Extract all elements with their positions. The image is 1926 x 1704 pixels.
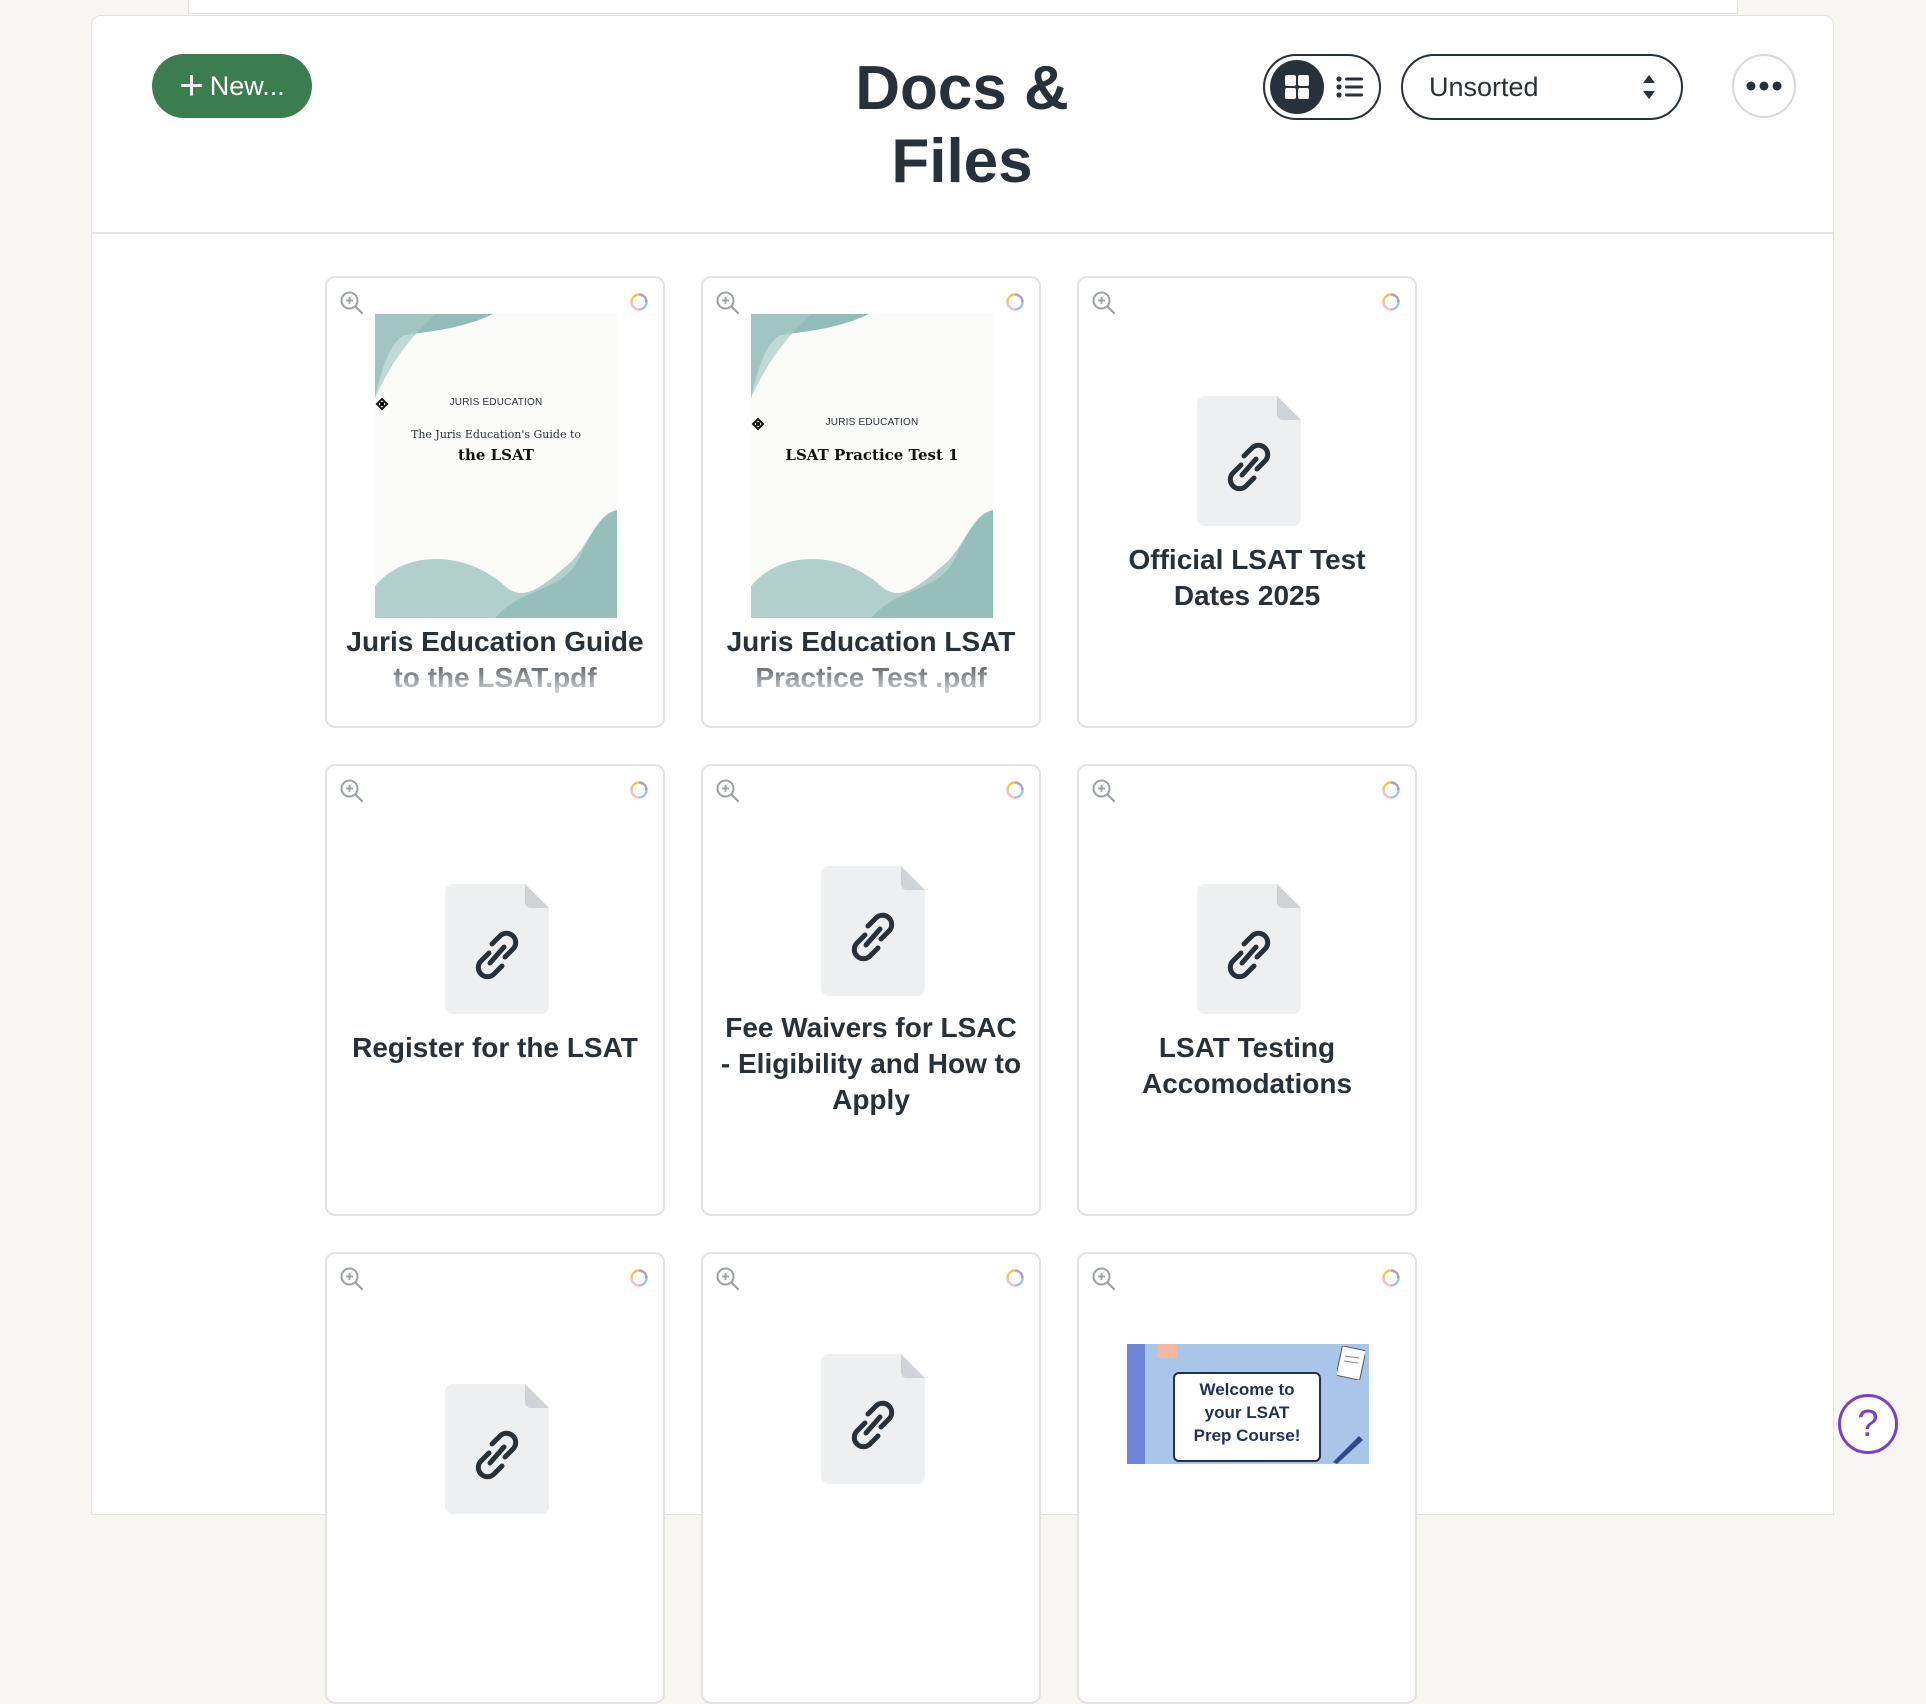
link-file-icon: [445, 1384, 549, 1514]
link-file-icon: [1197, 396, 1301, 526]
zoom-in-icon[interactable]: [339, 290, 365, 316]
link-file-icon: [821, 1354, 925, 1484]
zoom-in-icon[interactable]: [715, 290, 741, 316]
zoom-in-icon[interactable]: [339, 1266, 365, 1292]
pen-icon: [1333, 1436, 1363, 1464]
sort-select[interactable]: Unsorted: [1401, 54, 1683, 120]
doc-card[interactable]: Fee Waivers for LSAC - Eligibility and H…: [701, 764, 1041, 1216]
doc-card[interactable]: Welcome to your LSAT Prep Course!: [1077, 1252, 1417, 1704]
doc-card[interactable]: [701, 1252, 1041, 1704]
help-icon: ?: [1857, 1402, 1879, 1445]
doc-card[interactable]: [325, 1252, 665, 1704]
sync-ring-icon: [1006, 781, 1024, 799]
new-button-label: New...: [209, 70, 285, 101]
doc-title: Juris Education LSAT Practice Test .pdf: [726, 626, 1016, 693]
view-toggle: [1263, 54, 1381, 120]
doc-title: Fee Waivers for LSAC - Eligibility and H…: [720, 1012, 1022, 1115]
juris-logo-icon: [751, 417, 765, 431]
sync-ring-icon: [1382, 293, 1400, 311]
doc-card[interactable]: Register for the LSAT: [325, 764, 665, 1216]
doc-title: Juris Education Guide to the LSAT.pdf: [346, 626, 644, 693]
panel-header: + New... Docs & Files Unsorted: [92, 16, 1833, 234]
sort-arrows-icon: [1643, 75, 1655, 99]
doc-card[interactable]: JURIS EDUCATION The Juris Education's Gu…: [325, 276, 665, 728]
doc-title: Register for the LSAT: [352, 1032, 638, 1063]
paper-icon: [1337, 1346, 1365, 1380]
thumbnail-waves: [375, 314, 617, 618]
image-thumbnail: Welcome to your LSAT Prep Course!: [1127, 1344, 1369, 1464]
grid-view-button[interactable]: [1270, 60, 1324, 114]
sync-ring-icon: [1006, 1269, 1024, 1287]
pdf-thumbnail: JURIS EDUCATION The Juris Education's Gu…: [375, 314, 617, 618]
sync-ring-icon: [1006, 293, 1024, 311]
link-file-icon: [821, 866, 925, 996]
plus-icon: +: [179, 60, 204, 108]
juris-logo-icon: [375, 397, 389, 411]
doc-card[interactable]: Official LSAT Test Dates 2025: [1077, 276, 1417, 728]
more-options-button[interactable]: [1732, 54, 1796, 118]
sort-select-value: Unsorted: [1429, 71, 1539, 102]
list-view-button[interactable]: [1324, 60, 1376, 114]
zoom-in-icon[interactable]: [1091, 1266, 1117, 1292]
docs-grid: JURIS EDUCATION The Juris Education's Gu…: [325, 276, 1417, 1704]
zoom-in-icon[interactable]: [715, 778, 741, 804]
help-button[interactable]: ?: [1838, 1394, 1898, 1454]
page-title: Docs & Files: [855, 54, 1069, 197]
sync-ring-icon: [1382, 781, 1400, 799]
sync-ring-icon: [630, 1269, 648, 1287]
link-file-icon: [445, 884, 549, 1014]
zoom-in-icon[interactable]: [1091, 290, 1117, 316]
pdf-thumbnail: JURIS EDUCATION LSAT Practice Test 1: [751, 314, 993, 618]
doc-title: LSAT Testing Accomodations: [1141, 1032, 1353, 1099]
welcome-note: Welcome to your LSAT Prep Course!: [1173, 1372, 1321, 1462]
more-horizontal-icon: [1746, 81, 1782, 91]
zoom-in-icon[interactable]: [339, 778, 365, 804]
zoom-in-icon[interactable]: [1091, 778, 1117, 804]
list-view-icon: [1336, 76, 1363, 98]
doc-card[interactable]: LSAT Testing Accomodations: [1077, 764, 1417, 1216]
new-button[interactable]: + New...: [152, 54, 312, 118]
link-file-icon: [1197, 884, 1301, 1014]
sync-ring-icon: [630, 781, 648, 799]
doc-card[interactable]: JURIS EDUCATION LSAT Practice Test 1 Jur…: [701, 276, 1041, 728]
zoom-in-icon[interactable]: [715, 1266, 741, 1292]
sync-ring-icon: [1382, 1269, 1400, 1287]
tape-icon: [1157, 1344, 1177, 1358]
sync-ring-icon: [630, 293, 648, 311]
background-sheet: [188, 0, 1738, 14]
thumbnail-waves: [751, 314, 993, 618]
grid-view-icon: [1285, 75, 1309, 99]
doc-title: Official LSAT Test Dates 2025: [1128, 544, 1366, 611]
